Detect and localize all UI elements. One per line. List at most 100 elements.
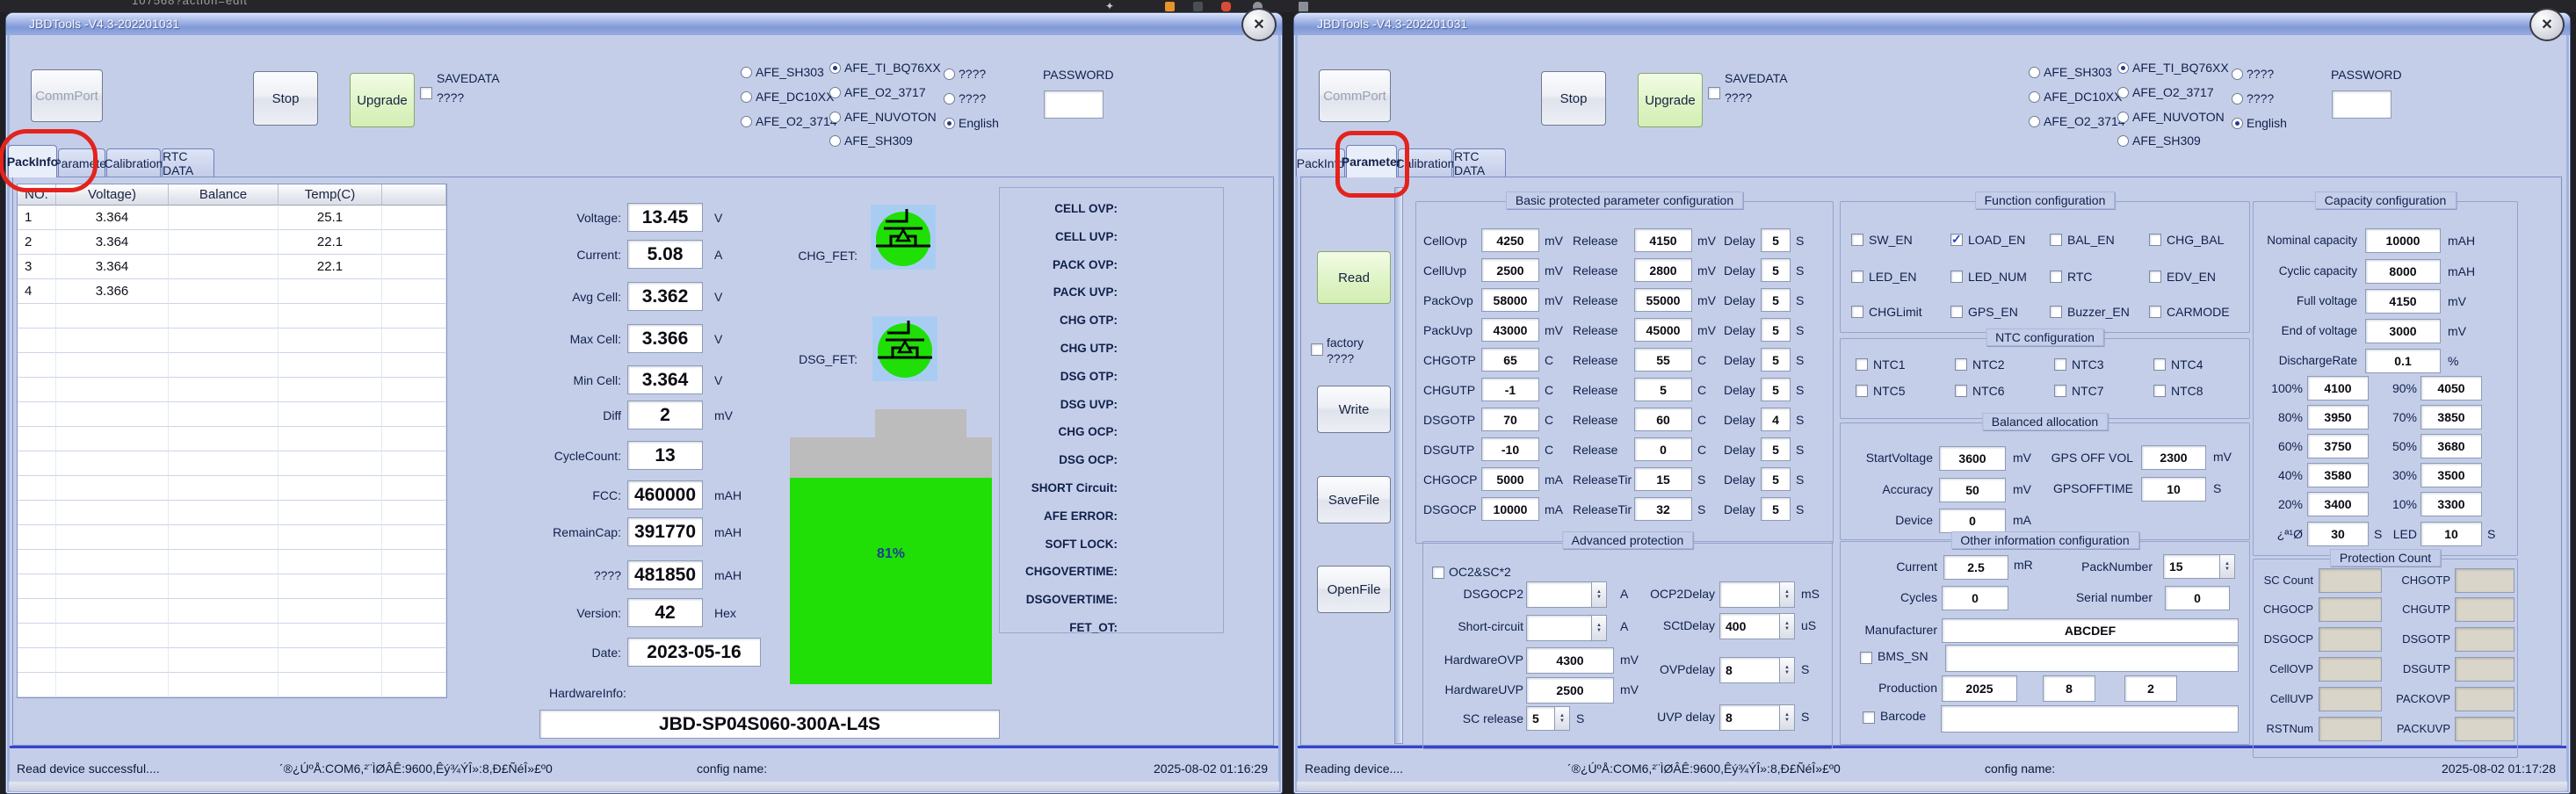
param-chgutp[interactable]: -1	[1481, 378, 1539, 401]
delay-cellovp[interactable]: 5	[1761, 228, 1791, 252]
cycles-input[interactable]: 0	[1942, 586, 2008, 610]
savedata-checkbox[interactable]	[1708, 87, 1720, 99]
production-year-input[interactable]: 2025	[1942, 675, 2017, 702]
release-packovp[interactable]: 55000	[1634, 288, 1692, 312]
release-celluvp[interactable]: 2800	[1634, 258, 1692, 282]
radio-AFE_DC10XX[interactable]	[741, 91, 752, 103]
radio-AFE_TI_BQ76XX[interactable]	[829, 62, 841, 74]
production-month-input[interactable]: 8	[2043, 675, 2095, 702]
checkbox-CHGLimit[interactable]	[1851, 306, 1863, 318]
tab-rtc-data[interactable]: RTC DATA	[162, 148, 214, 177]
radio-????[interactable]	[2232, 69, 2243, 80]
count-field-packuvp[interactable]	[2455, 717, 2514, 741]
capacity-nominalcapacity[interactable]: 10000	[2365, 228, 2441, 253]
serial-number-input[interactable]: 0	[2165, 586, 2230, 610]
pct-voltage-input[interactable]: 3500	[2420, 463, 2482, 487]
spinner-buttons[interactable]: ▲▼	[1779, 705, 1794, 730]
orange-extension-icon[interactable]	[1165, 2, 1175, 11]
param-packovp[interactable]: 58000	[1481, 288, 1539, 312]
checkbox-SW_EN[interactable]	[1851, 234, 1863, 246]
close-icon[interactable]: ✕	[2529, 8, 2565, 41]
radio-????[interactable]	[944, 93, 955, 105]
release-dsgocp[interactable]: 32	[1634, 497, 1692, 521]
checkbox-RTC[interactable]	[2050, 271, 2062, 283]
radio-AFE_SH303[interactable]	[741, 67, 752, 78]
checkbox-LED_NUM[interactable]	[1950, 271, 1963, 283]
release-packuvp[interactable]: 45000	[1634, 318, 1692, 342]
pct-voltage-input[interactable]: 4050	[2420, 376, 2482, 401]
radio-AFE_NUVOTON[interactable]	[2117, 112, 2129, 123]
checkbox-CARMODE[interactable]	[2149, 306, 2161, 318]
radio-AFE_NUVOTON[interactable]	[829, 112, 841, 123]
param-dsgotp[interactable]: 70	[1481, 408, 1539, 431]
packnumber-input[interactable]: 15▲▼	[2163, 554, 2235, 579]
param-chgocp[interactable]: 5000	[1481, 467, 1539, 491]
checkbox-LED_EN[interactable]	[1851, 271, 1863, 283]
delay-dsgutp[interactable]: 5	[1761, 437, 1791, 461]
count-field-sccount[interactable]	[2319, 568, 2382, 593]
upgrade-button[interactable]: Upgrade	[1638, 73, 1703, 127]
checkbox-NTC5[interactable]	[1856, 385, 1868, 397]
radio-English[interactable]	[944, 118, 955, 129]
param-packuvp[interactable]: 43000	[1481, 318, 1539, 342]
count-field-dsgotp[interactable]	[2455, 627, 2514, 652]
password-input[interactable]	[1044, 90, 1103, 119]
radio-AFE_SH309[interactable]	[2117, 135, 2129, 147]
barcode-checkbox[interactable]	[1863, 711, 1875, 724]
param-cellovp[interactable]: 4250	[1481, 228, 1539, 252]
checkbox-BAL_EN[interactable]	[2050, 234, 2062, 246]
upgrade-button[interactable]: Upgrade	[350, 73, 415, 127]
checkbox-NTC4[interactable]	[2153, 358, 2166, 371]
savedata-checkbox[interactable]	[420, 87, 432, 99]
capacity-endofvoltage[interactable]: 3000	[2365, 319, 2441, 343]
device-input[interactable]: 0	[1939, 509, 2006, 533]
delay-dsgocp[interactable]: 5	[1761, 497, 1791, 521]
current-input[interactable]: 2.5	[1943, 555, 2008, 580]
count-field-celluvp[interactable]	[2319, 687, 2382, 711]
radio-AFE_O2_3717[interactable]	[829, 87, 841, 98]
count-field-rstnum[interactable]	[2319, 717, 2382, 741]
spinner-buttons[interactable]: ▲▼	[1591, 582, 1606, 607]
capacity-dischargerate[interactable]: 0.1	[2365, 349, 2441, 373]
count-field-chgutp[interactable]	[2455, 597, 2514, 622]
pct-voltage-input[interactable]: 3950	[2307, 405, 2369, 429]
delay-celluvp[interactable]: 5	[1761, 258, 1791, 282]
release-cellovp[interactable]: 4150	[1634, 228, 1692, 252]
count-field-dsgutp[interactable]	[2455, 657, 2514, 682]
radio-AFE_SH309[interactable]	[829, 135, 841, 147]
hardwareuvp-input[interactable]: 2500	[1526, 677, 1614, 704]
bms-sn-input[interactable]	[1945, 645, 2239, 672]
manufacturer-input[interactable]: ABCDEF	[1942, 618, 2239, 643]
radio-English[interactable]	[2232, 118, 2243, 129]
delay-chgutp[interactable]: 5	[1761, 378, 1791, 401]
checkbox-NTC3[interactable]	[2054, 358, 2066, 371]
spinner-buttons[interactable]: ▲▼	[2219, 555, 2234, 578]
spinner-buttons[interactable]: ▲▼	[1591, 616, 1606, 640]
count-field-dsgocp[interactable]	[2319, 627, 2382, 652]
radio-AFE_O2_3717[interactable]	[2117, 87, 2129, 98]
gpsofftime-input[interactable]: 10	[2141, 477, 2206, 502]
titlebar[interactable]: JBDTools -V4.3-202201031	[6, 13, 1282, 35]
switch-time-input[interactable]: 30	[2307, 522, 2369, 546]
checkbox-NTC2[interactable]	[1955, 358, 1967, 371]
pct-voltage-input[interactable]: 4100	[2307, 376, 2369, 401]
spinner-buttons[interactable]: ▲▼	[1779, 582, 1794, 607]
small-gray-icon[interactable]	[1299, 2, 1308, 11]
dsgocp2-input[interactable]: ▲▼	[1526, 581, 1607, 608]
release-chgotp[interactable]: 55	[1634, 348, 1692, 372]
commport-button[interactable]: CommPort	[1319, 69, 1391, 122]
radio-AFE_SH303[interactable]	[2029, 67, 2040, 78]
delay-chgotp[interactable]: 5	[1761, 348, 1791, 372]
delay-chgocp[interactable]: 5	[1761, 467, 1791, 491]
commport-button[interactable]: CommPort	[31, 69, 103, 122]
checkbox-Buzzer_EN[interactable]	[2050, 306, 2062, 318]
checkbox-GPS_EN[interactable]	[1950, 306, 1963, 318]
led-time-input[interactable]: 10	[2420, 522, 2482, 546]
spinner-buttons[interactable]: ▲▼	[1779, 658, 1794, 682]
tab-calibration[interactable]: Calibration	[106, 148, 161, 177]
param-chgotp[interactable]: 65	[1481, 348, 1539, 372]
uvpdelay-input[interactable]: 8▲▼	[1719, 704, 1795, 731]
checkbox-NTC6[interactable]	[1955, 385, 1967, 397]
short-circuit-input[interactable]: ▲▼	[1526, 615, 1607, 641]
pct-voltage-input[interactable]: 3750	[2307, 434, 2369, 458]
